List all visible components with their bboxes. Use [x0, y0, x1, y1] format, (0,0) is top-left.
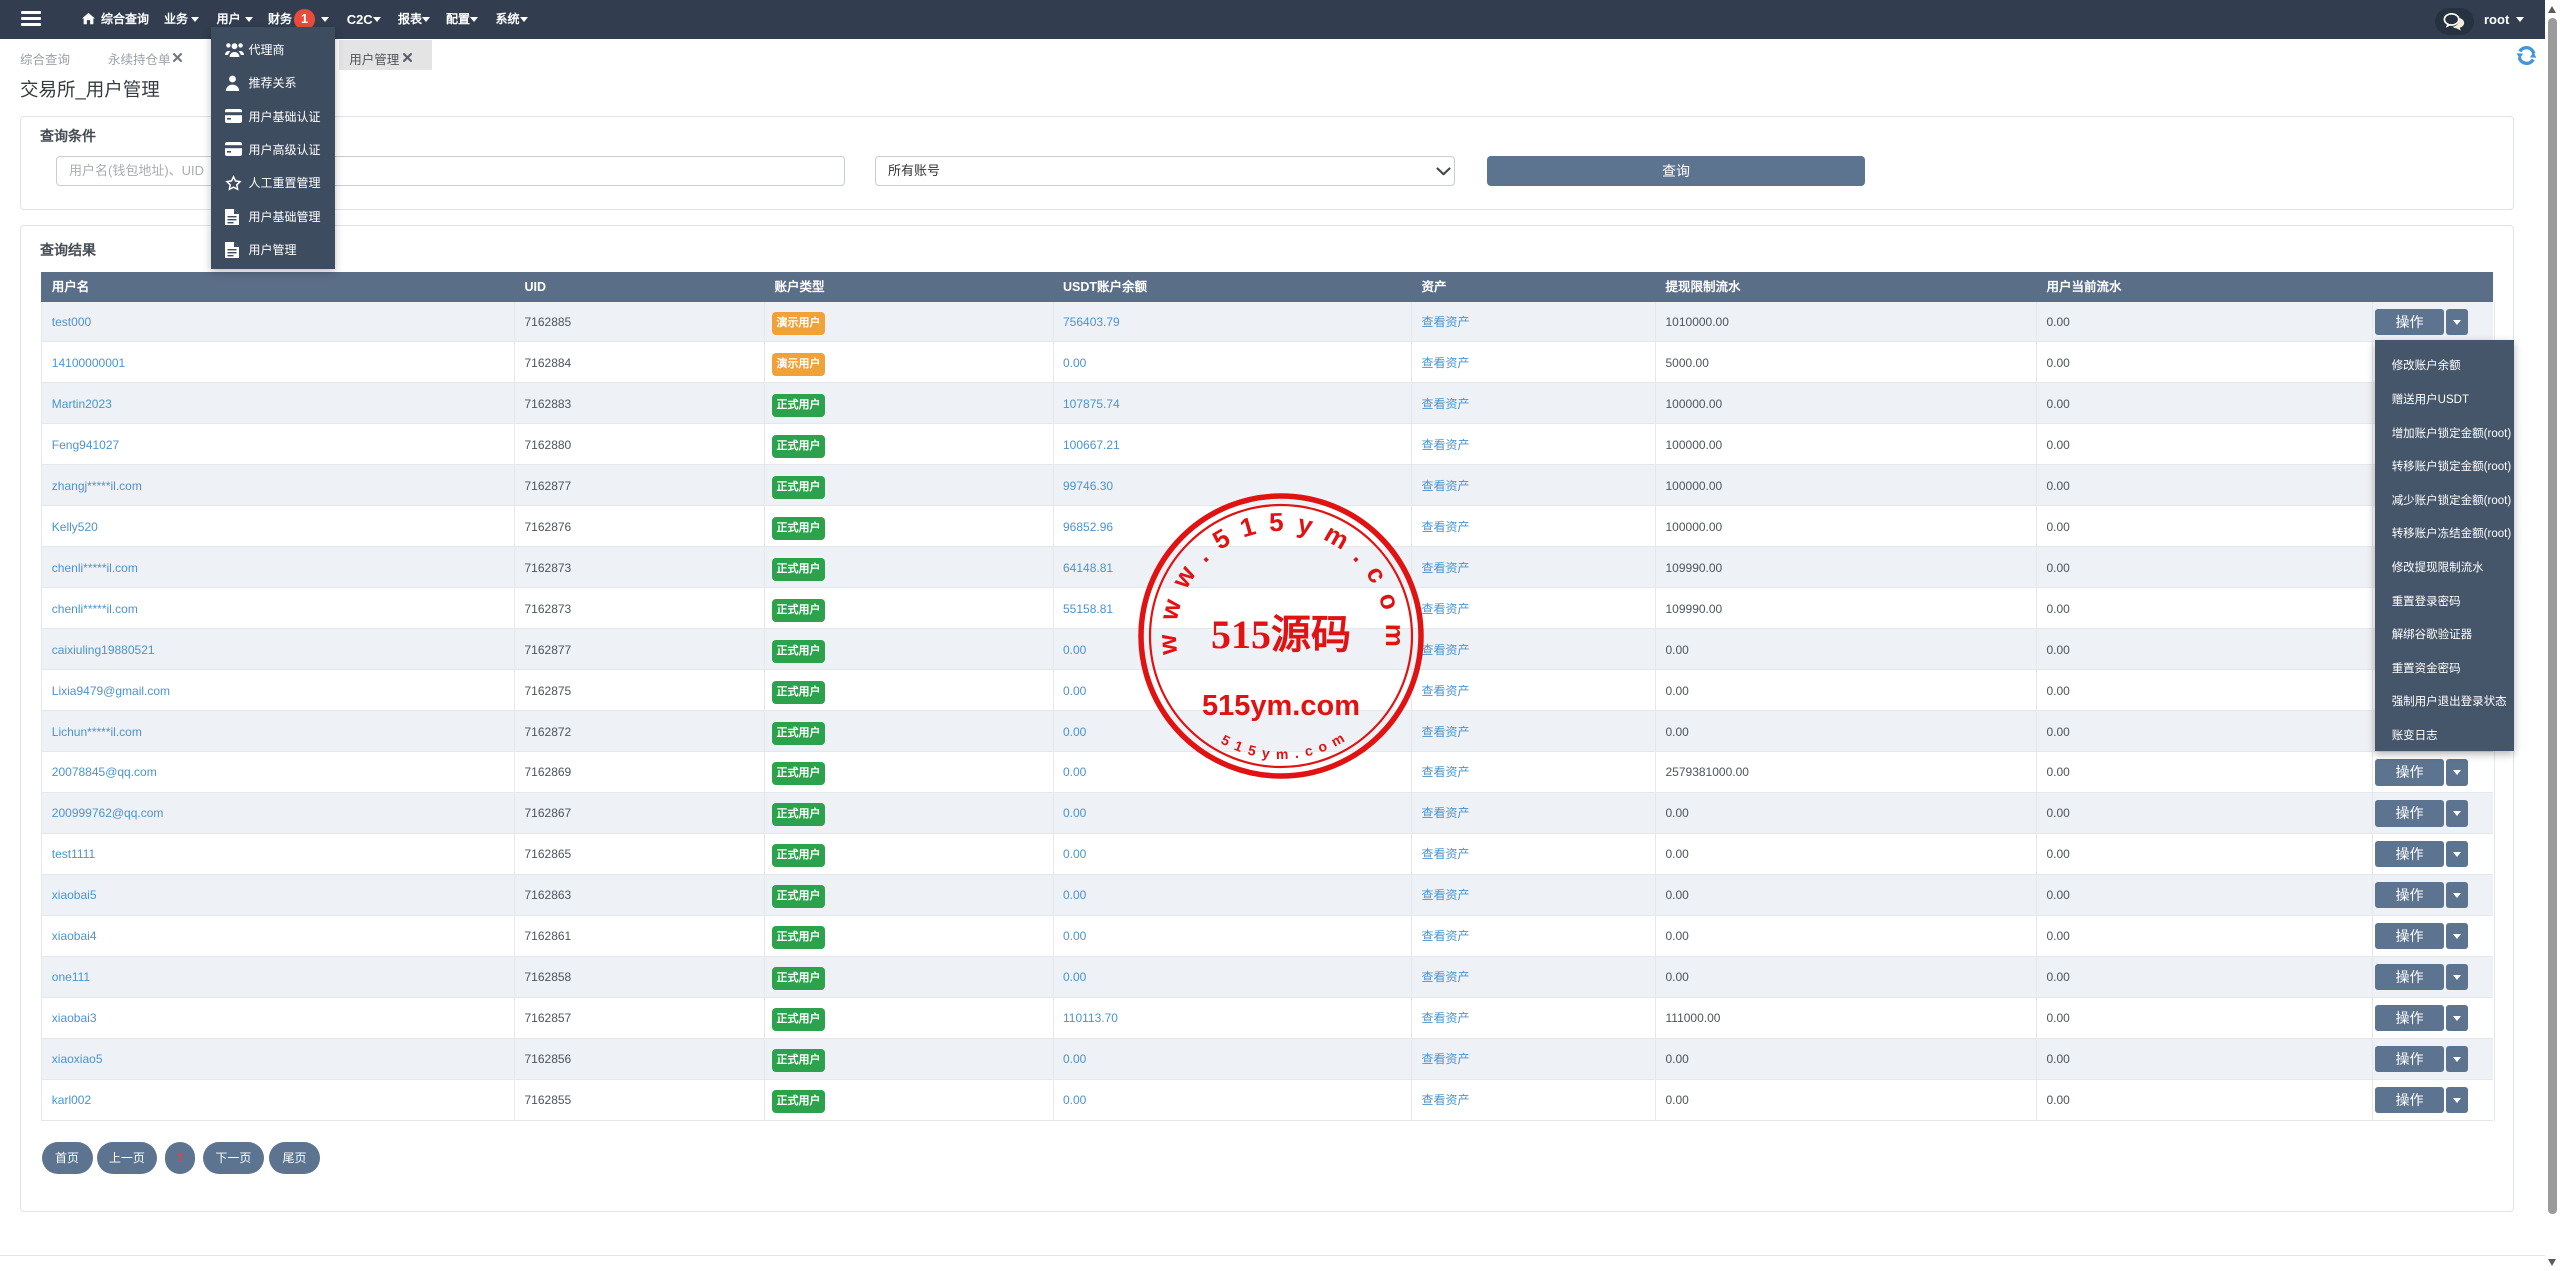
svg-text:515ym.com: 515ym.com: [1202, 690, 1360, 722]
svg-text:515源码: 515源码: [1211, 612, 1351, 657]
